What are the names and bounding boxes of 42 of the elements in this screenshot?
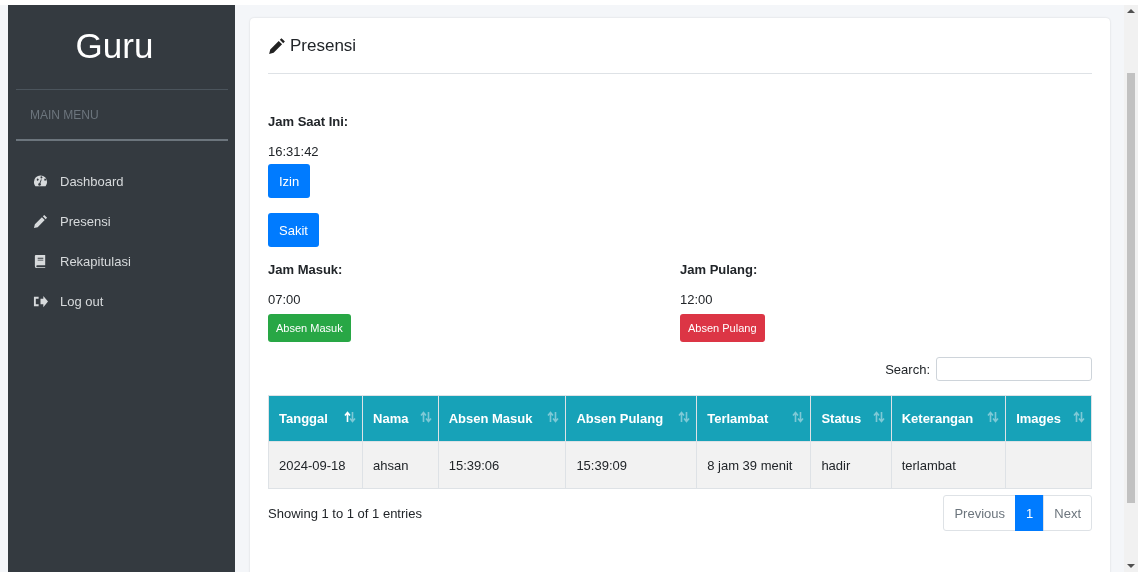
sidebar-item[interactable]: Presensi <box>16 201 111 241</box>
card-title: Presensi <box>290 35 357 56</box>
attendance-button[interactable]: Absen Masuk <box>268 314 351 342</box>
table-cell: terlambat <box>891 441 1006 489</box>
shift-time: 12:00 <box>680 292 713 308</box>
brand-title: Guru <box>74 26 155 66</box>
table-cell: 15:39:06 <box>438 441 566 489</box>
attendance-button[interactable]: Absen Pulang <box>680 314 765 342</box>
clock-value: 16:31:42 <box>268 144 319 160</box>
table-cell: 15:39:09 <box>565 441 697 489</box>
leave-button[interactable]: Sakit <box>268 213 319 247</box>
pencil-icon <box>268 36 286 55</box>
sidebar-item[interactable]: Log out <box>16 281 104 321</box>
gauge-icon <box>33 173 48 189</box>
table-cell: hadir <box>810 441 892 489</box>
column-header[interactable]: Nama <box>362 395 439 442</box>
clock-label: Jam Saat Ini: <box>268 114 349 130</box>
shift-label: Jam Pulang: <box>680 262 758 278</box>
column-header[interactable]: Absen Pulang <box>565 395 697 442</box>
column-header[interactable]: Terlambat <box>696 395 811 442</box>
entries-info: Showing 1 to 1 of 1 entries <box>268 505 422 521</box>
table-cell: ahsan <box>362 441 439 489</box>
table-cell: 8 jam 39 menit <box>696 441 811 489</box>
column-header[interactable]: Status <box>810 395 892 442</box>
scrollbar[interactable] <box>1124 5 1138 572</box>
sidebar-item[interactable]: Rekapitulasi <box>16 241 131 281</box>
sidebar-item[interactable]: Dashboard <box>16 161 124 201</box>
menu-heading: MAIN MENU <box>29 107 100 124</box>
column-header[interactable]: Images <box>1005 395 1092 442</box>
shift-time: 07:00 <box>268 292 301 308</box>
shift-label: Jam Masuk: <box>268 262 343 278</box>
leave-button[interactable]: Izin <box>268 164 311 198</box>
pencil-icon <box>33 213 48 229</box>
logout-icon <box>33 293 48 309</box>
search-field[interactable] <box>936 357 1092 381</box>
table-cell: 2024-09-18 <box>268 441 363 489</box>
book-icon <box>33 253 48 269</box>
column-header[interactable]: Absen Masuk <box>438 395 566 442</box>
search-label: Search: <box>885 361 930 377</box>
column-header[interactable]: Tanggal <box>268 395 363 442</box>
column-header[interactable]: Keterangan <box>891 395 1006 442</box>
page-button[interactable]: 1 <box>1015 495 1045 531</box>
